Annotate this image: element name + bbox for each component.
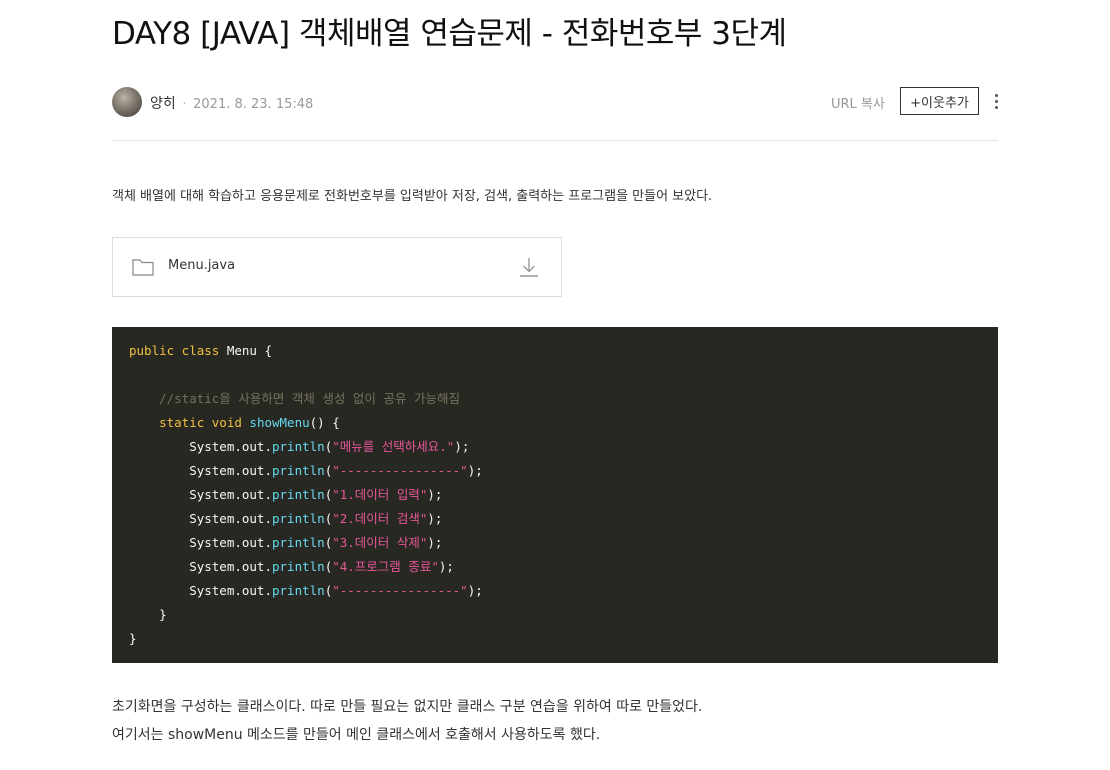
code-token: println <box>272 463 325 478</box>
code-token: public class <box>129 343 227 358</box>
download-icon[interactable] <box>519 256 539 282</box>
code-token: () { <box>309 415 340 430</box>
code-line: System.out.println("메뉴를 선택하세요."); <box>129 437 469 457</box>
attachment-file-name[interactable]: Menu.java <box>168 258 235 273</box>
code-token: System.out. <box>129 487 272 502</box>
code-token: System.out. <box>129 511 272 526</box>
url-copy-button[interactable]: URL 복사 <box>831 93 885 112</box>
code-token: //static을 사용하면 객체 생성 없이 공유 가능해짐 <box>129 391 460 406</box>
code-token: ); <box>427 511 443 526</box>
code-token: "메뉴를 선택하세요." <box>332 439 455 454</box>
attachment-box: Menu.java <box>112 237 562 297</box>
code-token: ); <box>427 487 443 502</box>
post-title: DAY8 [JAVA] 객체배열 연습문제 - 전화번호부 3단계 <box>112 16 787 52</box>
author-name[interactable]: 양히 <box>150 96 176 112</box>
code-token: } <box>129 607 167 622</box>
code-token: Menu { <box>226 343 272 358</box>
code-token: System.out. <box>129 439 272 454</box>
intro-paragraph: 객체 배열에 대해 학습하고 응용문제로 전화번호부를 입력받아 저장, 검색,… <box>112 189 713 204</box>
code-token: "----------------" <box>332 463 468 478</box>
body-paragraph-2: 여기서는 showMenu 메소드를 만들어 메인 클래스에서 호출해서 사용하… <box>112 727 601 743</box>
code-token: println <box>272 487 325 502</box>
code-token: "----------------" <box>332 583 468 598</box>
code-token: ); <box>467 463 483 478</box>
code-token: System.out. <box>129 463 272 478</box>
code-line: System.out.println("2.데이터 검색"); <box>129 509 442 529</box>
code-line: System.out.println("4.프로그램 종료"); <box>129 557 454 577</box>
code-token: "3.데이터 삭제" <box>332 535 428 550</box>
add-neighbor-button[interactable]: +이웃추가 <box>900 87 979 115</box>
code-token: println <box>272 559 325 574</box>
code-line: System.out.println("----------------"); <box>129 581 483 601</box>
post-date: 2021. 8. 23. 15:48 <box>193 97 314 112</box>
code-line: } <box>129 605 167 625</box>
folder-icon <box>132 258 154 280</box>
code-token: ); <box>467 583 483 598</box>
code-token: println <box>272 535 325 550</box>
code-token: ); <box>438 559 454 574</box>
code-block: public class Menu { //static을 사용하면 객체 생성… <box>112 327 998 663</box>
code-line: System.out.println("----------------"); <box>129 461 483 481</box>
body-paragraph-1: 초기화면을 구성하는 클래스이다. 따로 만들 필요는 없지만 클래스 구분 연… <box>112 699 703 715</box>
code-token: "4.프로그램 종료" <box>332 559 439 574</box>
code-token: } <box>129 631 137 646</box>
code-token: "2.데이터 검색" <box>332 511 428 526</box>
code-token: ); <box>427 535 443 550</box>
code-token: static void <box>129 415 250 430</box>
header-divider <box>112 140 998 141</box>
code-token: println <box>272 511 325 526</box>
separator-dot: · <box>182 96 187 112</box>
code-token: "1.데이터 입력" <box>332 487 428 502</box>
code-token: println <box>272 439 325 454</box>
code-line: //static을 사용하면 객체 생성 없이 공유 가능해짐 <box>129 389 460 409</box>
more-vertical-icon[interactable] <box>990 90 1004 114</box>
code-token: println <box>272 583 325 598</box>
code-token: System.out. <box>129 583 272 598</box>
author-line: 양히 · 2021. 8. 23. 15:48 <box>150 93 313 113</box>
code-line: static void showMenu() { <box>129 413 340 433</box>
code-token: System.out. <box>129 559 272 574</box>
code-line: System.out.println("3.데이터 삭제"); <box>129 533 442 553</box>
code-token: System.out. <box>129 535 272 550</box>
avatar[interactable] <box>112 87 142 117</box>
code-line: System.out.println("1.데이터 입력"); <box>129 485 442 505</box>
code-token: showMenu <box>249 415 310 430</box>
code-line: public class Menu { <box>129 341 272 361</box>
code-token: ); <box>454 439 470 454</box>
code-line: } <box>129 629 137 649</box>
